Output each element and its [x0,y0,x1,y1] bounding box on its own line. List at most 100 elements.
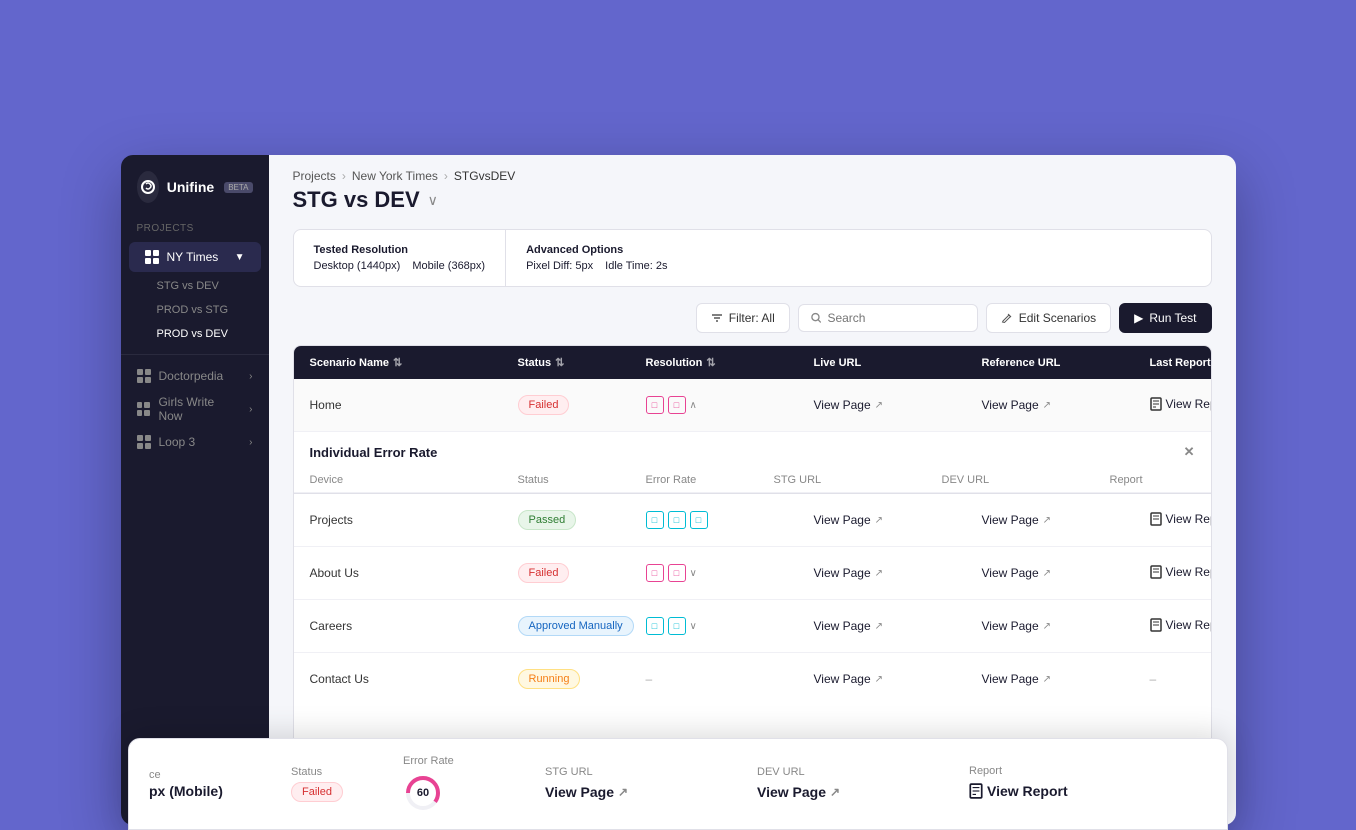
chevron-careers[interactable]: ∨ [690,621,697,632]
external-link-icon-2: ↗ [1043,400,1051,411]
overlay-dev-col: DEV URL View Page ↗ [757,766,957,802]
mobile-icon-projects: □ [646,511,664,529]
ref-url-home[interactable]: View Page ↗ [982,398,1052,412]
th-last-report: Last Report [1150,356,1212,369]
report-icon-overlay [969,783,983,799]
cell-name-contact: Contact Us [310,672,510,686]
mobile-icon-careers: □ [646,617,664,635]
expanded-section-home: Individual Error Rate ✕ Device Status Er… [294,432,1211,494]
ext-icon-8: ↗ [1043,621,1051,632]
page-title-chevron-icon[interactable]: ∨ [428,192,438,209]
cell-resolution-contact: – [646,672,806,686]
live-url-projects[interactable]: View Page ↗ [814,513,884,527]
cell-name-home: Home [310,398,510,412]
edit-scenarios-button[interactable]: Edit Scenarios [986,303,1111,333]
expanded-sub-header: Device Status Error Rate STG URL DEV URL… [294,468,1211,493]
overlay-stg-link[interactable]: View Page ↗ [545,784,628,800]
search-input[interactable] [827,311,964,325]
report-link-about[interactable]: View Report [1150,565,1212,579]
cell-report-careers: View Report [1150,618,1212,635]
overlay-report-link[interactable]: View Report [969,783,1068,799]
ext-icon-stg: ↗ [618,785,628,799]
search-icon [811,312,822,324]
toolbar: Filter: All Edit Scenarios ▶ Run Test [269,303,1236,345]
cell-status-projects: Passed [518,510,638,530]
table-row-projects: Projects Passed □ □ □ View Page ↗ [294,494,1211,547]
overlay-dev-label: DEV URL [757,766,957,778]
mobile-value: Mobile (368px) [412,260,485,272]
report-icon-3 [1150,565,1162,579]
sidebar-item-loop3[interactable]: Loop 3 › [121,429,269,455]
cell-ref-about: View Page ↗ [982,566,1142,580]
cell-status-careers: Approved Manually [518,616,638,636]
desktop-icon-careers: □ [668,617,686,635]
overlay-device-label: ce [149,769,279,781]
idle-time-label: Idle Time: 2s [605,260,667,272]
live-url-careers[interactable]: View Page ↗ [814,619,884,633]
sidebar-sub-prod-stg[interactable]: PROD vs STG [121,298,269,322]
breadcrumb-projects[interactable]: Projects [293,169,336,183]
th-live-url: Live URL [814,356,974,369]
ref-url-contact[interactable]: View Page ↗ [982,672,1052,686]
sidebar-item-doctorpedia[interactable]: Doctorpedia › [121,363,269,389]
live-url-contact[interactable]: View Page ↗ [814,672,884,686]
overlay-status-label: Status [291,766,391,778]
cell-status-contact: Running [518,669,638,689]
cell-status-home: Failed [518,395,638,415]
th-scenario: Scenario Name ⇅ [310,356,510,369]
breadcrumb: Projects › New York Times › STGvsDEV [269,155,1236,183]
main-content: Projects › New York Times › STGvsDEV STG… [269,155,1236,825]
cell-status-about: Failed [518,563,638,583]
sidebar-other-label-2: Girls Write Now [158,395,241,423]
report-link-projects[interactable]: View Report [1150,512,1212,526]
cell-ref-contact: View Page ↗ [982,672,1142,686]
edit-icon [1001,312,1013,324]
ext-icon-3: ↗ [875,515,883,526]
desktop-value: Desktop (1440px) [314,260,401,272]
overlay-report-col: Report View Report [969,765,1149,804]
cell-report-projects: View Report [1150,512,1212,529]
ref-url-about[interactable]: View Page ↗ [982,566,1052,580]
run-test-button[interactable]: ▶ Run Test [1119,303,1211,333]
filter-button[interactable]: Filter: All [696,303,790,333]
overlay-device-col: ce px (Mobile) [149,769,279,799]
sidebar-item-ny-times[interactable]: NY Times ▼ [129,242,261,272]
sidebar-project-label: NY Times [167,250,219,264]
chevron-right-icon-2: › [249,404,252,415]
sort-icon-scenario: ⇅ [393,356,402,369]
cell-name-about: About Us [310,566,510,580]
overlay-dev-link[interactable]: View Page ↗ [757,784,840,800]
close-expansion-icon[interactable]: ✕ [1184,444,1195,460]
status-badge-projects: Passed [518,510,577,530]
report-link-careers[interactable]: View Report [1150,618,1212,632]
page-title: STG vs DEV [293,187,420,213]
report-link-home[interactable]: View Report [1150,397,1212,411]
sidebar-sub-stg-dev[interactable]: STG vs DEV [121,274,269,298]
cell-resolution-careers: □ □ ∨ [646,617,806,635]
status-badge-about: Failed [518,563,570,583]
sidebar-divider [121,354,269,355]
sidebar-sub-prod-dev[interactable]: PROD vs DEV [121,322,269,346]
overlay-status-col: Status Failed [291,766,391,802]
live-url-home[interactable]: View Page ↗ [814,398,884,412]
resolution-section: Tested Resolution Desktop (1440px) Mobil… [294,230,507,286]
live-url-about[interactable]: View Page ↗ [814,566,884,580]
th-ref-url: Reference URL [982,356,1142,369]
breadcrumb-sep-2: › [444,169,448,183]
edit-scenarios-label: Edit Scenarios [1019,311,1096,325]
search-wrapper [798,304,978,332]
ref-url-careers[interactable]: View Page ↗ [982,619,1052,633]
chevron-about[interactable]: ∨ [690,568,697,579]
breadcrumb-nyt[interactable]: New York Times [352,169,438,183]
grid-icon-3 [137,402,151,416]
overlay-device-value: px (Mobile) [149,783,279,799]
chevron-down-icon: ▼ [235,252,245,263]
ref-url-projects[interactable]: View Page ↗ [982,513,1052,527]
mobile-icon: □ [646,396,664,414]
chevron-resolution[interactable]: ∧ [690,400,697,411]
sidebar-item-girls-write[interactable]: Girls Write Now › [121,389,269,429]
table-row-home: Home Failed □ □ ∧ View Page ↗ [294,379,1211,494]
table-row-home-cells: Home Failed □ □ ∧ View Page ↗ [294,379,1211,432]
logo-text: Unifine [167,179,214,195]
ext-icon-10: ↗ [1043,674,1051,685]
